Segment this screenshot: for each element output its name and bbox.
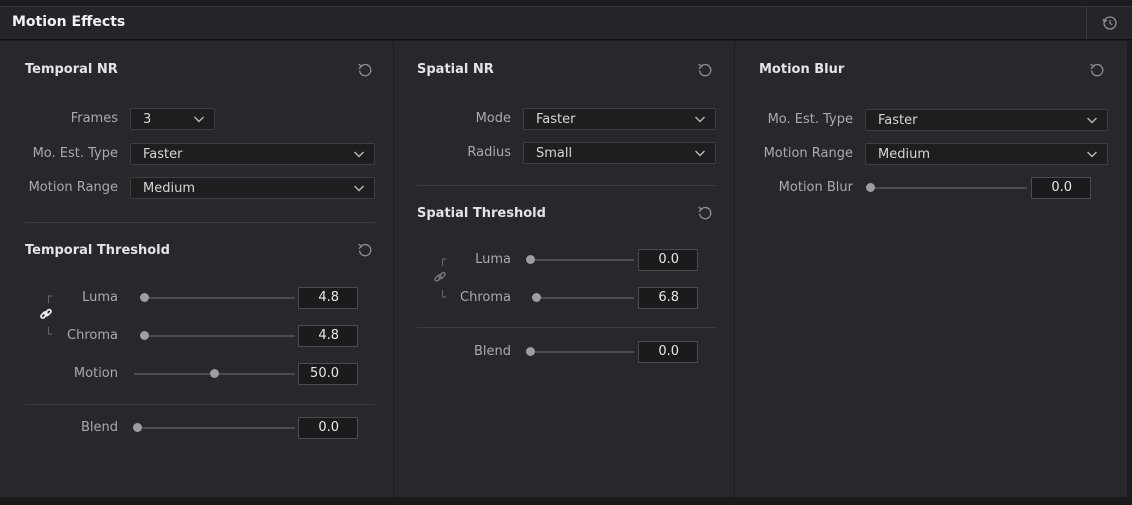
chevron-down-icon <box>694 114 706 124</box>
spatial-luma-slider-thumb[interactable] <box>526 255 535 264</box>
chevron-down-icon <box>353 149 365 159</box>
mb-mo-est-type-dropdown[interactable]: Faster <box>865 109 1108 131</box>
section-divider <box>25 222 375 223</box>
chevron-down-icon <box>193 114 205 124</box>
motion-blur-reset-icon[interactable] <box>1088 61 1106 79</box>
spatial-nr-reset-icon[interactable] <box>696 61 714 79</box>
mb-motion-range-dropdown[interactable]: Medium <box>865 143 1108 165</box>
temporal-luma-slider[interactable] <box>140 297 295 299</box>
frames-dropdown[interactable]: 3 <box>130 108 215 130</box>
temporal-luma-slider-thumb[interactable] <box>140 293 149 302</box>
temporal-nr-reset-icon[interactable] <box>356 61 374 79</box>
spatial-luma-input[interactable]: 0.0 <box>638 249 698 271</box>
spatial-luma-label: Luma <box>475 252 511 267</box>
radius-value: Small <box>536 146 573 161</box>
mb-motion-range-label: Motion Range <box>763 146 853 161</box>
temporal-chroma-slider[interactable] <box>140 335 295 337</box>
frames-label: Frames <box>70 111 118 126</box>
motion-slider-thumb[interactable] <box>210 369 219 378</box>
chevron-down-icon <box>694 148 706 158</box>
temporal-luma-input[interactable]: 4.8 <box>298 287 358 309</box>
link-icon[interactable] <box>38 306 54 322</box>
spatial-threshold-reset-icon[interactable] <box>696 204 714 222</box>
spatial-chroma-slider-thumb[interactable] <box>532 293 541 302</box>
reset-all-button[interactable] <box>1086 7 1132 39</box>
spatial-nr-title: Spatial NR <box>417 62 494 77</box>
frames-value: 3 <box>143 112 152 127</box>
temporal-threshold-title: Temporal Threshold <box>25 243 170 258</box>
temporal-nr-panel: Temporal NR Frames 3 Mo. Est. Type Faste… <box>0 41 393 497</box>
radius-dropdown[interactable]: Small <box>523 142 716 164</box>
mode-value: Faster <box>536 112 576 127</box>
reset-history-icon <box>1102 16 1117 30</box>
motion-input[interactable]: 50.0 <box>298 363 358 385</box>
mo-est-type-label: Mo. Est. Type <box>32 146 118 161</box>
temporal-blend-slider[interactable] <box>133 427 295 429</box>
mode-dropdown[interactable]: Faster <box>523 108 716 130</box>
link-icon[interactable] <box>432 269 448 285</box>
temporal-chroma-label: Chroma <box>67 328 118 343</box>
mb-mo-est-type-value: Faster <box>878 113 918 128</box>
temporal-chroma-input[interactable]: 4.8 <box>298 325 358 347</box>
spatial-blend-slider[interactable] <box>526 351 634 353</box>
mo-est-type-dropdown[interactable]: Faster <box>130 143 375 165</box>
temporal-nr-title: Temporal NR <box>25 62 118 77</box>
motion-blur-title: Motion Blur <box>759 62 845 77</box>
motion-blur-slider[interactable] <box>866 187 1027 189</box>
spatial-luma-slider[interactable] <box>526 259 634 261</box>
motion-blur-slider-thumb[interactable] <box>866 183 875 192</box>
mb-motion-range-value: Medium <box>878 147 930 162</box>
temporal-threshold-reset-icon[interactable] <box>356 241 374 259</box>
motion-blur-input[interactable]: 0.0 <box>1031 177 1091 199</box>
section-divider <box>417 327 716 328</box>
motion-label: Motion <box>73 366 118 381</box>
panel-header: Motion Effects <box>0 6 1132 40</box>
spatial-blend-label: Blend <box>473 344 511 359</box>
chevron-down-icon <box>1086 115 1098 125</box>
radius-label: Radius <box>467 145 511 160</box>
motion-range-label: Motion Range <box>28 180 118 195</box>
motion-blur-panel: Motion Blur Mo. Est. Type Faster Motion … <box>735 41 1127 497</box>
temporal-luma-label: Luma <box>82 290 118 305</box>
panel-title: Motion Effects <box>12 14 126 30</box>
spatial-threshold-title: Spatial Threshold <box>417 206 546 221</box>
temporal-chroma-slider-thumb[interactable] <box>140 331 149 340</box>
spatial-chroma-label: Chroma <box>460 290 511 305</box>
spatial-nr-panel: Spatial NR Mode Faster Radius Small Spat… <box>394 41 734 497</box>
motion-range-value: Medium <box>143 181 195 196</box>
spatial-blend-input[interactable]: 0.0 <box>638 341 698 363</box>
chevron-down-icon <box>353 183 365 193</box>
spatial-chroma-input[interactable]: 6.8 <box>638 287 698 309</box>
temporal-blend-label: Blend <box>80 420 118 435</box>
motion-blur-label: Motion Blur <box>778 180 853 195</box>
motion-range-dropdown[interactable]: Medium <box>130 177 375 199</box>
bottom-strip <box>0 497 1132 505</box>
mode-label: Mode <box>475 111 511 126</box>
temporal-blend-slider-thumb[interactable] <box>133 423 142 432</box>
mo-est-type-value: Faster <box>143 147 183 162</box>
spatial-blend-slider-thumb[interactable] <box>526 347 535 356</box>
temporal-blend-input[interactable]: 0.0 <box>298 417 358 439</box>
spatial-chroma-slider[interactable] <box>532 297 634 299</box>
mb-mo-est-type-label: Mo. Est. Type <box>767 112 853 127</box>
chevron-down-icon <box>1086 149 1098 159</box>
section-divider <box>25 404 375 405</box>
section-divider <box>417 185 716 186</box>
